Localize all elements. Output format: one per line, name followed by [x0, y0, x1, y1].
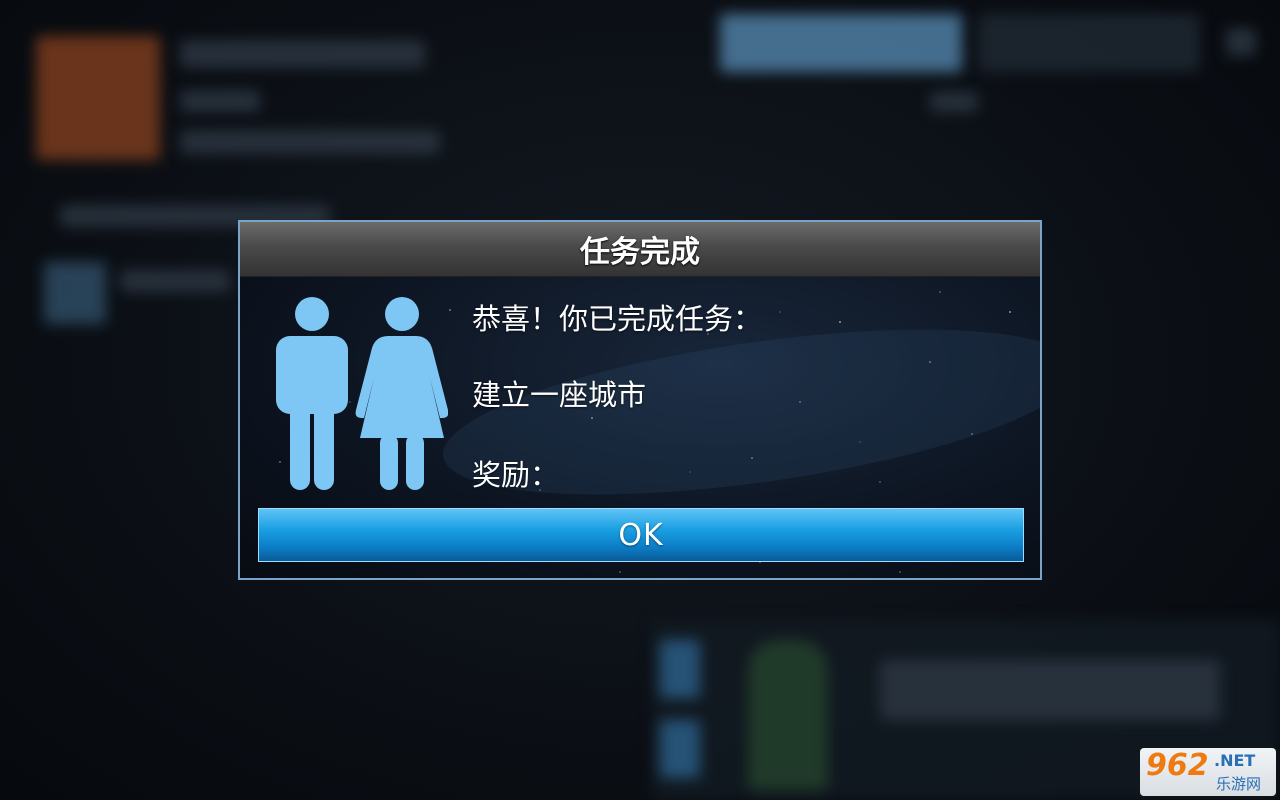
mission-complete-dialog: 任务完成 恭喜！你已完成任务： 建立一座城市 奖励： OK [238, 220, 1042, 580]
background-tab [660, 640, 700, 698]
mission-name: 建立一座城市 [472, 378, 647, 412]
background-text-line [120, 270, 230, 292]
background-icon [1226, 28, 1256, 56]
ok-button-label: OK [618, 517, 664, 553]
background-button [720, 14, 962, 72]
background-text-line [930, 92, 978, 112]
site-watermark-logo: 962 .NET 乐游网 [1140, 748, 1276, 796]
watermark-site-name: 乐游网 [1216, 775, 1262, 793]
background-icon [44, 262, 106, 324]
watermark-number: 962 [1146, 748, 1209, 783]
congrats-text: 恭喜！你已完成任务： [472, 302, 763, 336]
background-text-line [880, 660, 1220, 720]
reward-label: 奖励： [472, 458, 560, 492]
restroom-people-icon [276, 297, 448, 490]
background-avatar [36, 36, 160, 160]
dialog-title-bar: 任务完成 [240, 222, 1040, 277]
ok-button[interactable]: OK [258, 508, 1024, 562]
background-text-line [180, 90, 260, 112]
background-text-line [180, 130, 440, 154]
background-character [748, 640, 828, 790]
watermark-net: .NET [1214, 751, 1256, 770]
background-text-line [180, 40, 425, 68]
background-button [978, 14, 1200, 72]
dialog-title: 任务完成 [580, 235, 700, 270]
background-tab [660, 720, 700, 778]
